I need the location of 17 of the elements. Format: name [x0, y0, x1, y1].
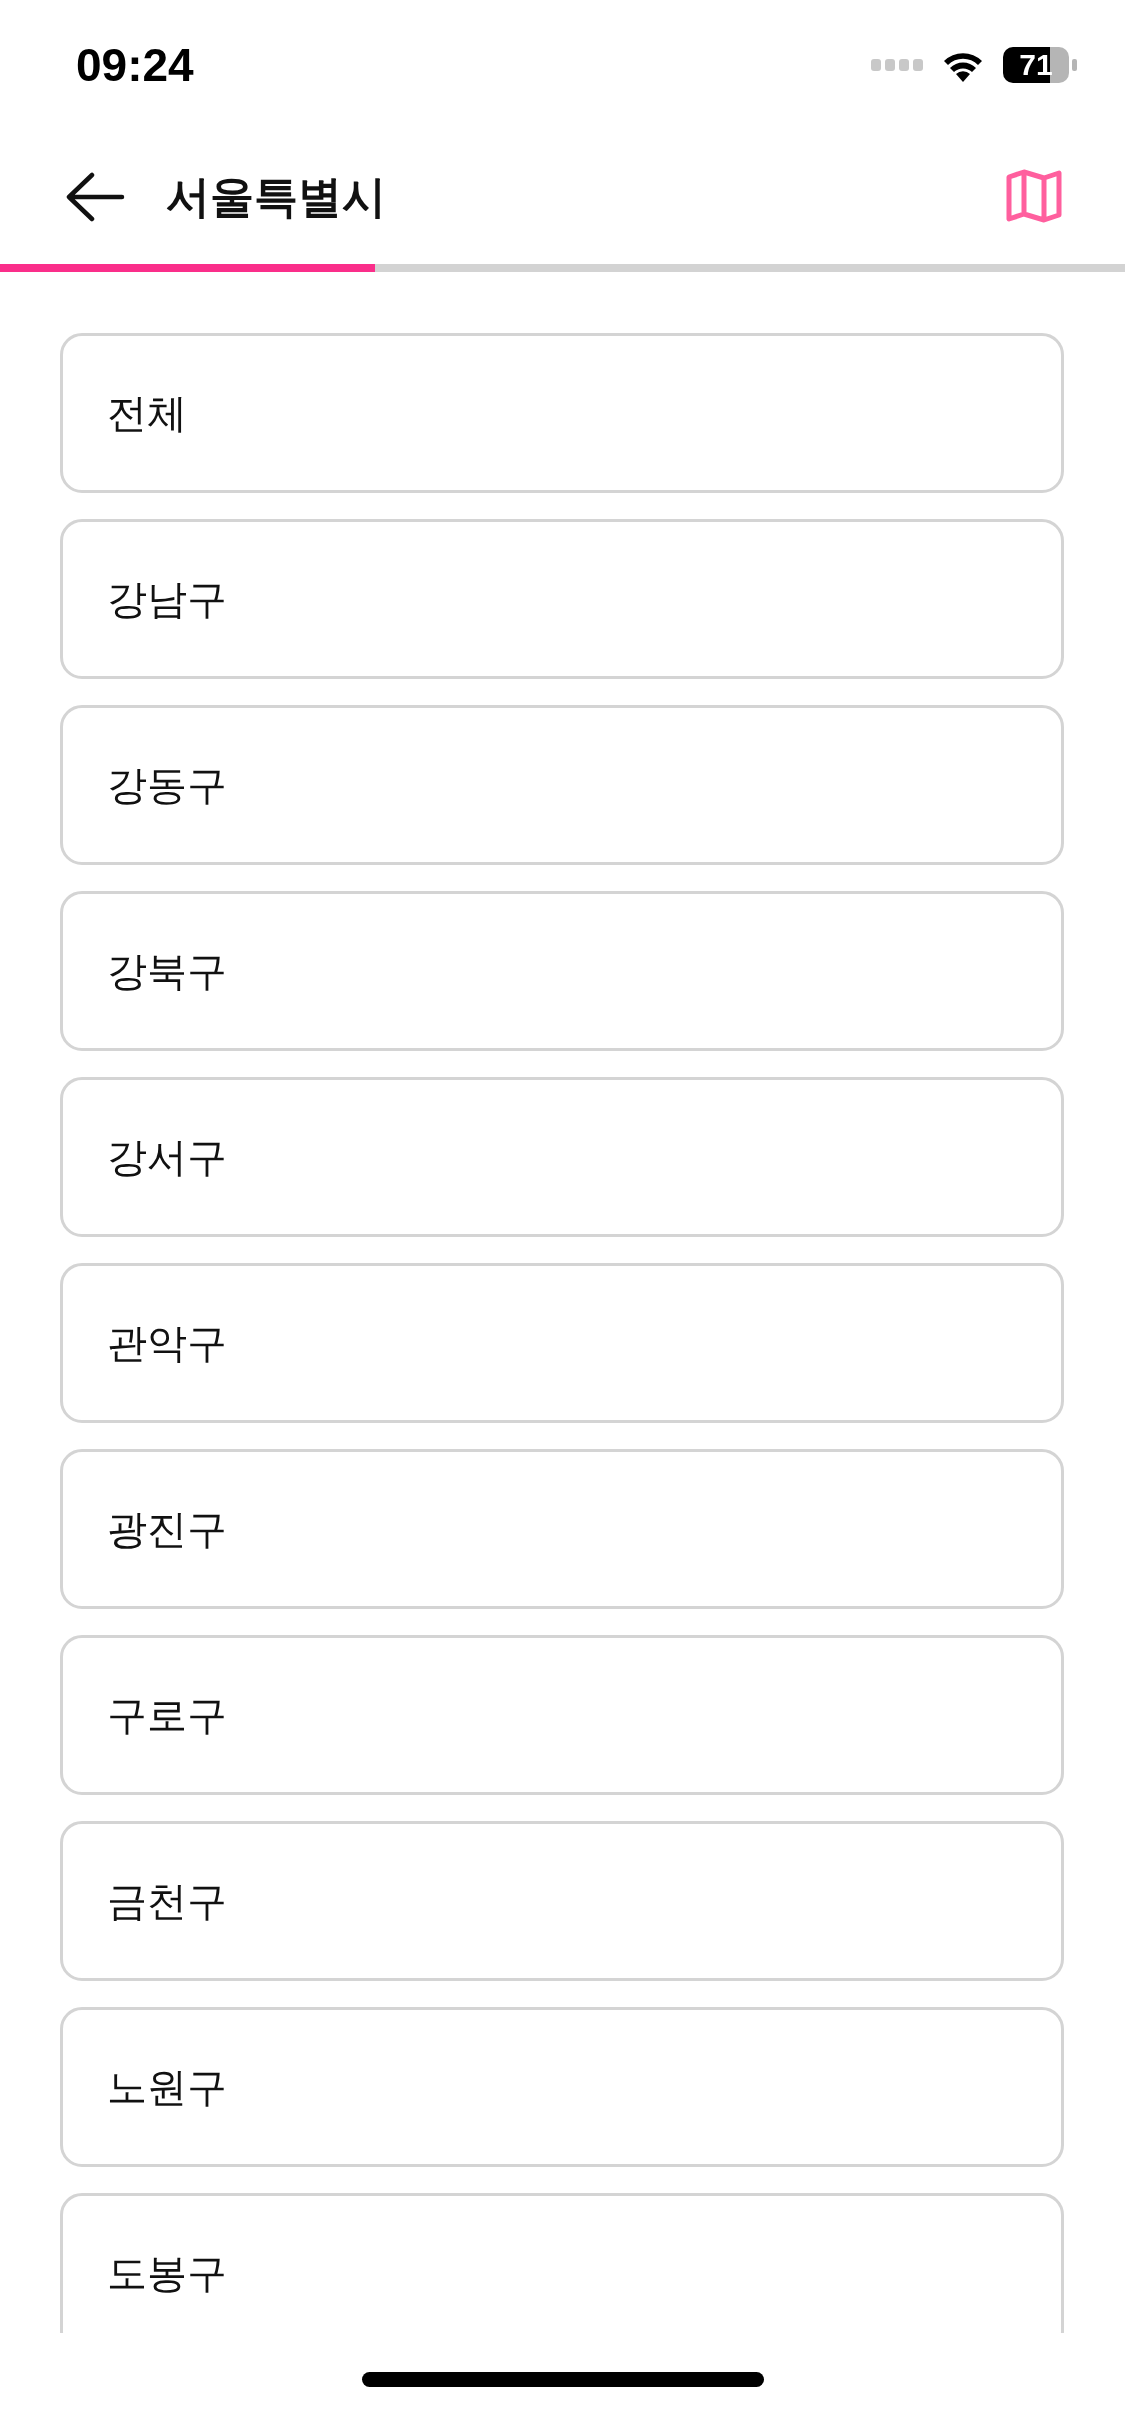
district-item[interactable]: 노원구	[60, 2007, 1064, 2167]
district-item[interactable]: 광진구	[60, 1449, 1064, 1609]
district-item[interactable]: 강동구	[60, 705, 1064, 865]
district-item[interactable]: 구로구	[60, 1635, 1064, 1795]
district-item[interactable]: 강북구	[60, 891, 1064, 1051]
district-item[interactable]: 금천구	[60, 1821, 1064, 1981]
folded-map-icon	[1005, 168, 1063, 223]
back-arrow-icon	[64, 172, 126, 222]
district-item[interactable]: 관악구	[60, 1263, 1064, 1423]
battery-cap-icon	[1072, 59, 1077, 71]
district-item[interactable]: 전체	[60, 333, 1064, 493]
signal-icon	[871, 59, 923, 71]
page-title: 서울특별시	[166, 169, 387, 224]
district-item[interactable]: 강남구	[60, 519, 1064, 679]
district-item[interactable]: 강서구	[60, 1077, 1064, 1237]
status-time: 09:24	[76, 38, 194, 92]
district-item[interactable]: 도봉구	[60, 2193, 1064, 2333]
